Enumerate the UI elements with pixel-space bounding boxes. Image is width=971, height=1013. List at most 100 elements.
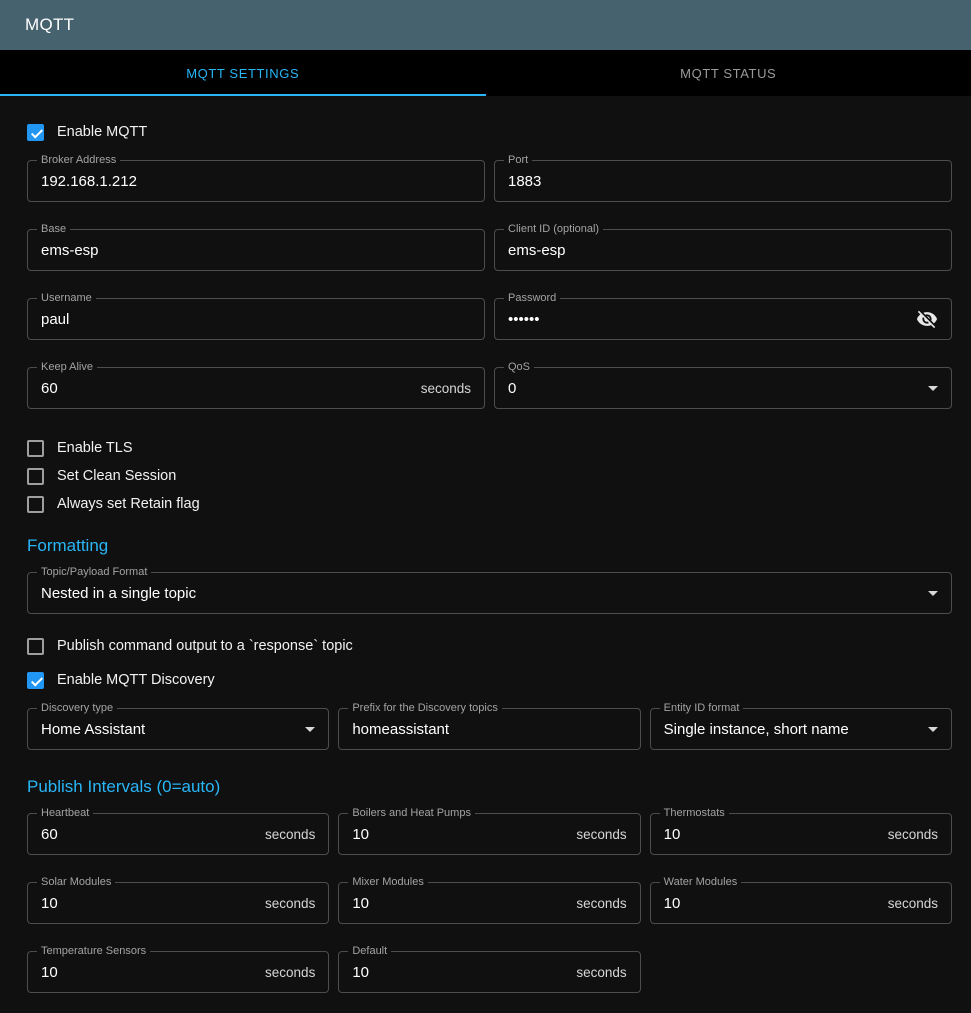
field-value: 0 [508,380,920,397]
base-field[interactable]: Base ems-esp [27,229,485,271]
discovery-prefix-field[interactable]: Prefix for the Discovery topics homeassi… [338,708,640,750]
water-interval-field[interactable]: Water Modules 10 seconds [650,882,952,924]
checkbox-label: Set Clean Session [57,468,176,484]
field-label: Boilers and Heat Pumps [348,807,475,820]
publish-intervals-section-heading: Publish Intervals (0=auto) [27,777,952,797]
field-label: Prefix for the Discovery topics [348,702,502,715]
field-value: ems-esp [508,242,938,259]
field-label: Solar Modules [37,876,115,889]
field-value: homeassistant [352,721,626,738]
field-label: Username [37,292,96,305]
keep-alive-field[interactable]: Keep Alive 60 seconds [27,367,485,409]
field-label: Port [504,154,532,167]
checkbox-label: Publish command output to a `response` t… [57,638,353,654]
field-suffix: seconds [421,381,471,396]
checkbox-icon[interactable] [27,496,44,513]
field-suffix: seconds [265,965,315,980]
field-value: ems-esp [41,242,471,259]
field-label: Base [37,223,70,236]
tab-mqtt-settings[interactable]: MQTT SETTINGS [0,50,486,96]
checkbox-label: Enable TLS [57,440,133,456]
clean-session-checkbox[interactable]: Set Clean Session [27,464,952,488]
client-id-field[interactable]: Client ID (optional) ems-esp [494,229,952,271]
field-label: Broker Address [37,154,120,167]
password-field[interactable]: Password •••••• [494,298,952,340]
field-label: Temperature Sensors [37,945,150,958]
qos-select[interactable]: QoS 0 [494,367,952,409]
app-header: MQTT [0,0,971,50]
thermostats-interval-field[interactable]: Thermostats 10 seconds [650,813,952,855]
field-value: 192.168.1.212 [41,173,471,190]
field-value: Home Assistant [41,721,297,738]
boilers-interval-field[interactable]: Boilers and Heat Pumps 10 seconds [338,813,640,855]
checkbox-label: Enable MQTT [57,124,147,140]
field-value: 10 [41,895,257,912]
checkbox-icon[interactable] [27,440,44,457]
enable-mqtt-checkbox[interactable]: Enable MQTT [27,120,952,144]
field-label: Topic/Payload Format [37,566,151,579]
field-suffix: seconds [576,896,626,911]
field-value: Nested in a single topic [41,585,920,602]
field-label: Entity ID format [660,702,744,715]
field-value: Single instance, short name [664,721,920,738]
port-field[interactable]: Port 1883 [494,160,952,202]
checkbox-label: Always set Retain flag [57,496,200,512]
field-label: Water Modules [660,876,742,889]
publish-response-checkbox[interactable]: Publish command output to a `response` t… [27,634,952,658]
tab-bar: MQTT SETTINGS MQTT STATUS [0,50,971,96]
field-value: 60 [41,380,413,397]
field-suffix: seconds [888,896,938,911]
field-label: Heartbeat [37,807,93,820]
field-value: 10 [664,895,880,912]
page-title: MQTT [25,15,74,35]
field-value: 10 [352,826,568,843]
field-suffix: seconds [576,827,626,842]
chevron-down-icon [928,386,938,391]
field-label: Password [504,292,560,305]
settings-form: Enable MQTT Broker Address 192.168.1.212… [0,96,971,1013]
entity-id-format-select[interactable]: Entity ID format Single instance, short … [650,708,952,750]
field-label: QoS [504,361,534,374]
field-suffix: seconds [576,965,626,980]
field-value: paul [41,311,471,328]
field-label: Thermostats [660,807,729,820]
chevron-down-icon [305,727,315,732]
field-label: Discovery type [37,702,117,715]
solar-interval-field[interactable]: Solar Modules 10 seconds [27,882,329,924]
checkbox-icon[interactable] [27,672,44,689]
retain-flag-checkbox[interactable]: Always set Retain flag [27,492,952,516]
checkbox-label: Enable MQTT Discovery [57,672,215,688]
field-value: 1883 [508,173,938,190]
mixer-interval-field[interactable]: Mixer Modules 10 seconds [338,882,640,924]
field-value: 10 [352,964,568,981]
chevron-down-icon [928,727,938,732]
field-suffix: seconds [265,827,315,842]
field-label: Mixer Modules [348,876,428,889]
field-label: Keep Alive [37,361,97,374]
checkbox-icon[interactable] [27,638,44,655]
checkbox-icon[interactable] [27,124,44,141]
temperature-sensors-interval-field[interactable]: Temperature Sensors 10 seconds [27,951,329,993]
field-label: Default [348,945,391,958]
field-value: •••••• [508,311,908,328]
chevron-down-icon [928,591,938,596]
field-value: 10 [664,826,880,843]
default-interval-field[interactable]: Default 10 seconds [338,951,640,993]
field-value: 60 [41,826,257,843]
checkbox-icon[interactable] [27,468,44,485]
username-field[interactable]: Username paul [27,298,485,340]
field-suffix: seconds [888,827,938,842]
field-label: Client ID (optional) [504,223,603,236]
tab-mqtt-status[interactable]: MQTT STATUS [486,50,971,96]
field-suffix: seconds [265,896,315,911]
enable-tls-checkbox[interactable]: Enable TLS [27,436,952,460]
formatting-section-heading: Formatting [27,536,952,556]
broker-address-field[interactable]: Broker Address 192.168.1.212 [27,160,485,202]
discovery-type-select[interactable]: Discovery type Home Assistant [27,708,329,750]
visibility-off-icon[interactable] [916,308,938,330]
heartbeat-interval-field[interactable]: Heartbeat 60 seconds [27,813,329,855]
topic-payload-format-select[interactable]: Topic/Payload Format Nested in a single … [27,572,952,614]
enable-mqtt-discovery-checkbox[interactable]: Enable MQTT Discovery [27,668,952,692]
field-value: 10 [41,964,257,981]
field-value: 10 [352,895,568,912]
